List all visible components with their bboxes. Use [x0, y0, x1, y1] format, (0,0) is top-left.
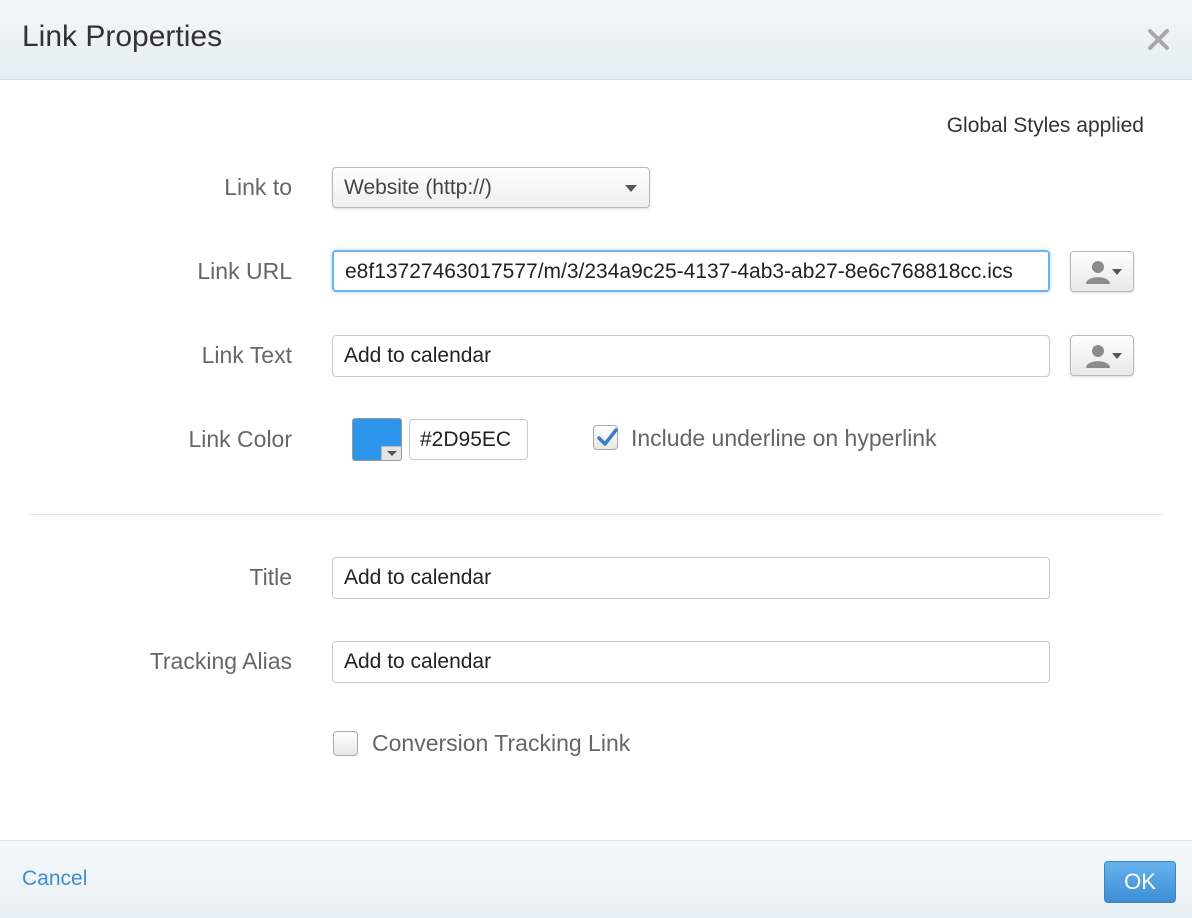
link-text-label: Link Text [201, 342, 292, 368]
tracking-alias-label: Tracking Alias [149, 648, 292, 674]
swatch-dropdown [381, 446, 401, 460]
tracking-alias-input[interactable]: Add to calendar [332, 641, 1050, 683]
cancel-link[interactable]: Cancel [22, 867, 87, 891]
link-url-input[interactable]: e8f13727463017577/m/3/234a9c25-4137-4ab3… [332, 250, 1050, 292]
link-text-input[interactable]: Add to calendar [332, 335, 1050, 377]
underline-checkbox[interactable] [593, 425, 618, 450]
link-to-label: Link to [224, 174, 292, 200]
ok-button[interactable]: OK [1104, 861, 1176, 903]
link-color-swatch[interactable] [352, 418, 402, 461]
title-input[interactable]: Add to calendar [332, 557, 1050, 599]
link-text-personalize-button[interactable] [1070, 335, 1134, 376]
person-icon [1086, 345, 1110, 368]
close-icon [1148, 29, 1169, 50]
link-to-value: Website (http://) [344, 176, 492, 199]
link-text-value: Add to calendar [344, 344, 492, 367]
caret-down-icon [387, 451, 397, 456]
link-properties-dialog: Link Properties Global Styles applied Li… [0, 0, 1192, 918]
link-url-value: e8f13727463017577/m/3/234a9c25-4137-4ab3… [345, 260, 1013, 283]
caret-down-icon [625, 185, 637, 192]
title-value: Add to calendar [344, 566, 492, 589]
link-color-hex-input[interactable]: #2D95EC [409, 419, 528, 460]
link-url-personalize-button[interactable] [1070, 251, 1134, 292]
link-to-select[interactable]: Website (http://) [332, 167, 650, 208]
link-color-label: Link Color [188, 426, 292, 452]
person-icon [1086, 261, 1110, 284]
conversion-tracking-checkbox[interactable] [333, 731, 358, 756]
section-divider [28, 514, 1164, 515]
title-label: Title [249, 564, 292, 590]
underline-label: Include underline on hyperlink [631, 425, 937, 451]
dialog-footer: Cancel OK [0, 840, 1192, 918]
global-styles-note: Global Styles applied [946, 114, 1144, 137]
caret-down-icon [1112, 269, 1122, 275]
caret-down-icon [1112, 353, 1122, 359]
checkmark-icon [597, 428, 618, 446]
conversion-tracking-label: Conversion Tracking Link [372, 730, 631, 756]
link-url-label: Link URL [197, 258, 292, 284]
dialog-title: Link Properties [22, 20, 223, 53]
dialog-header: Link Properties [0, 0, 1192, 80]
tracking-alias-value: Add to calendar [344, 650, 492, 673]
close-button[interactable] [1142, 20, 1176, 58]
